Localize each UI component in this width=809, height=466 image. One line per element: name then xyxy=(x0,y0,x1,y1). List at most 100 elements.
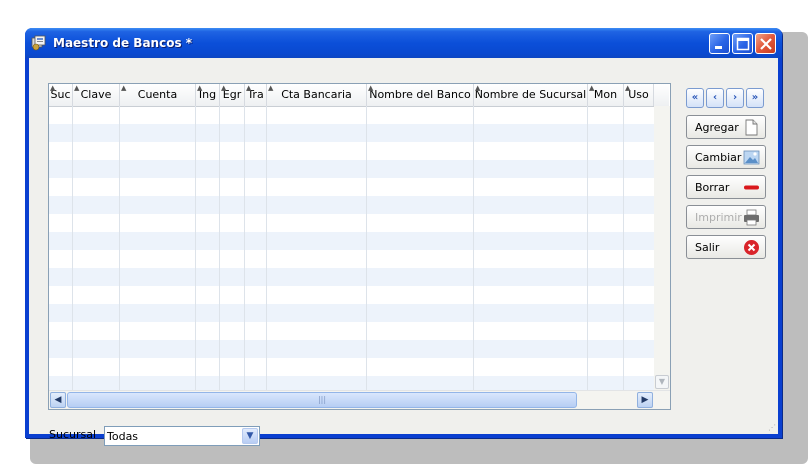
scroll-left-icon[interactable]: ◀ xyxy=(50,392,66,408)
sort-icon: ▲ xyxy=(50,84,56,92)
salir-button[interactable]: Salir xyxy=(686,235,766,259)
resize-grip-icon[interactable]: ⋰ xyxy=(768,423,776,432)
column-divider xyxy=(119,106,120,391)
column-header-mon[interactable]: ▲ Mon xyxy=(588,84,624,106)
column-label: Clave xyxy=(80,88,112,101)
borrar-label: Borrar xyxy=(695,181,730,194)
sort-icon: ▲ xyxy=(221,84,227,92)
new-document-icon xyxy=(745,119,758,136)
vertical-scrollbar[interactable]: ▼ xyxy=(654,106,670,391)
minus-icon xyxy=(744,185,759,190)
sort-icon: ▲ xyxy=(268,84,274,92)
chevron-right-icon: › xyxy=(732,92,738,103)
exit-icon xyxy=(744,240,759,255)
cambiar-button[interactable]: Cambiar xyxy=(686,145,766,169)
table-row[interactable] xyxy=(49,196,654,214)
window-title: Maestro de Bancos * xyxy=(53,36,193,50)
column-label: Nombre de Sucursal xyxy=(474,88,587,101)
maximize-button[interactable] xyxy=(732,33,753,54)
scroll-right-icon[interactable]: ▶ xyxy=(637,392,653,408)
sort-icon: ▲ xyxy=(121,84,127,92)
title-bar[interactable]: Maestro de Bancos * xyxy=(25,28,782,58)
sort-icon: ▲ xyxy=(475,84,481,92)
edit-image-icon xyxy=(743,150,760,165)
sort-icon: ▲ xyxy=(74,84,80,92)
horizontal-scroll-thumb[interactable]: ||| xyxy=(67,392,577,408)
salir-label: Salir xyxy=(695,241,720,254)
table-row[interactable] xyxy=(49,160,654,178)
column-divider xyxy=(587,106,588,391)
column-divider xyxy=(244,106,245,391)
column-divider xyxy=(219,106,220,391)
borrar-button[interactable]: Borrar xyxy=(686,175,766,199)
table-row[interactable] xyxy=(49,124,654,142)
sucursal-label: Sucursal xyxy=(49,428,97,441)
column-header-ing[interactable]: ▲ Ing xyxy=(196,84,220,106)
banks-grid[interactable]: ▲ Suc ▲ Clave ▲ Cuenta ▲ Ing ▲ Egr ▲ Tra ▲ Cta … xyxy=(48,83,671,410)
maximize-icon xyxy=(736,37,750,51)
column-divider xyxy=(195,106,196,391)
printer-icon xyxy=(744,209,759,226)
horizontal-scrollbar[interactable]: ◀ ||| ▶ xyxy=(49,390,670,409)
sort-icon: ▲ xyxy=(197,84,203,92)
window: Maestro de Bancos * ▲ Suc ▲ Clave ▲ Cuenta xyxy=(25,28,782,446)
cambiar-label: Cambiar xyxy=(695,151,742,164)
minimize-button[interactable] xyxy=(709,33,730,54)
column-label: Cta Bancaria xyxy=(281,88,352,101)
chevron-left-icon: ‹ xyxy=(712,92,718,103)
table-row[interactable] xyxy=(49,304,654,322)
column-label: Uso xyxy=(628,88,649,101)
last-record-button[interactable]: » xyxy=(746,88,764,108)
column-divider xyxy=(473,106,474,391)
grid-body[interactable] xyxy=(49,106,654,394)
column-header-nombre-de-sucursal[interactable]: ▲ Nombre de Sucursal xyxy=(474,84,588,106)
sort-icon: ▲ xyxy=(589,84,595,92)
column-divider xyxy=(366,106,367,391)
column-header-suc[interactable]: ▲ Suc xyxy=(49,84,73,106)
agregar-label: Agregar xyxy=(695,121,739,134)
column-divider xyxy=(266,106,267,391)
window-client-area: ▲ Suc ▲ Clave ▲ Cuenta ▲ Ing ▲ Egr ▲ Tra ▲ Cta … xyxy=(29,58,778,446)
previous-record-button[interactable]: ‹ xyxy=(706,88,724,108)
column-header-cta-bancaria[interactable]: ▲ Cta Bancaria xyxy=(267,84,367,106)
column-divider xyxy=(72,106,73,391)
column-label: Nombre del Banco xyxy=(369,88,471,101)
column-header-cuenta[interactable]: ▲ Cuenta xyxy=(120,84,196,106)
table-row[interactable] xyxy=(49,322,654,340)
table-row[interactable] xyxy=(49,268,654,286)
imprimir-label: Imprimir xyxy=(695,211,742,224)
column-header-clave[interactable]: ▲ Clave xyxy=(73,84,120,106)
table-row[interactable] xyxy=(49,250,654,268)
column-divider xyxy=(623,106,624,391)
double-chevron-left-icon: « xyxy=(691,92,699,103)
table-row[interactable] xyxy=(49,142,654,160)
table-row[interactable] xyxy=(49,286,654,304)
next-record-button[interactable]: › xyxy=(726,88,744,108)
table-row[interactable] xyxy=(49,178,654,196)
column-header-uso[interactable]: ▲ Uso xyxy=(624,84,654,106)
imprimir-button[interactable]: Imprimir xyxy=(686,205,766,229)
first-record-button[interactable]: « xyxy=(686,88,704,108)
double-chevron-right-icon: » xyxy=(751,92,759,103)
table-row[interactable] xyxy=(49,106,654,124)
chevron-down-icon[interactable]: ▼ xyxy=(242,428,258,444)
table-row[interactable] xyxy=(49,232,654,250)
app-icon xyxy=(31,35,46,51)
close-button[interactable] xyxy=(755,33,776,54)
close-icon xyxy=(760,38,772,50)
scroll-down-icon[interactable]: ▼ xyxy=(655,375,669,389)
table-row[interactable] xyxy=(49,214,654,232)
sort-icon: ▲ xyxy=(368,84,374,92)
sucursal-select[interactable]: Todas ▼ xyxy=(104,426,260,446)
grid-header: ▲ Suc ▲ Clave ▲ Cuenta ▲ Ing ▲ Egr ▲ Tra ▲ Cta … xyxy=(49,84,669,107)
column-header-tra[interactable]: ▲ Tra xyxy=(245,84,267,106)
minimize-icon xyxy=(715,46,722,49)
column-header-egr[interactable]: ▲ Egr xyxy=(220,84,245,106)
column-header-nombre-del-banco[interactable]: ▲ Nombre del Banco xyxy=(367,84,474,106)
sort-icon: ▲ xyxy=(246,84,252,92)
column-label: Cuenta xyxy=(137,88,178,101)
agregar-button[interactable]: Agregar xyxy=(686,115,766,139)
sucursal-select-value: Todas xyxy=(107,430,139,443)
table-row[interactable] xyxy=(49,340,654,358)
table-row[interactable] xyxy=(49,358,654,376)
